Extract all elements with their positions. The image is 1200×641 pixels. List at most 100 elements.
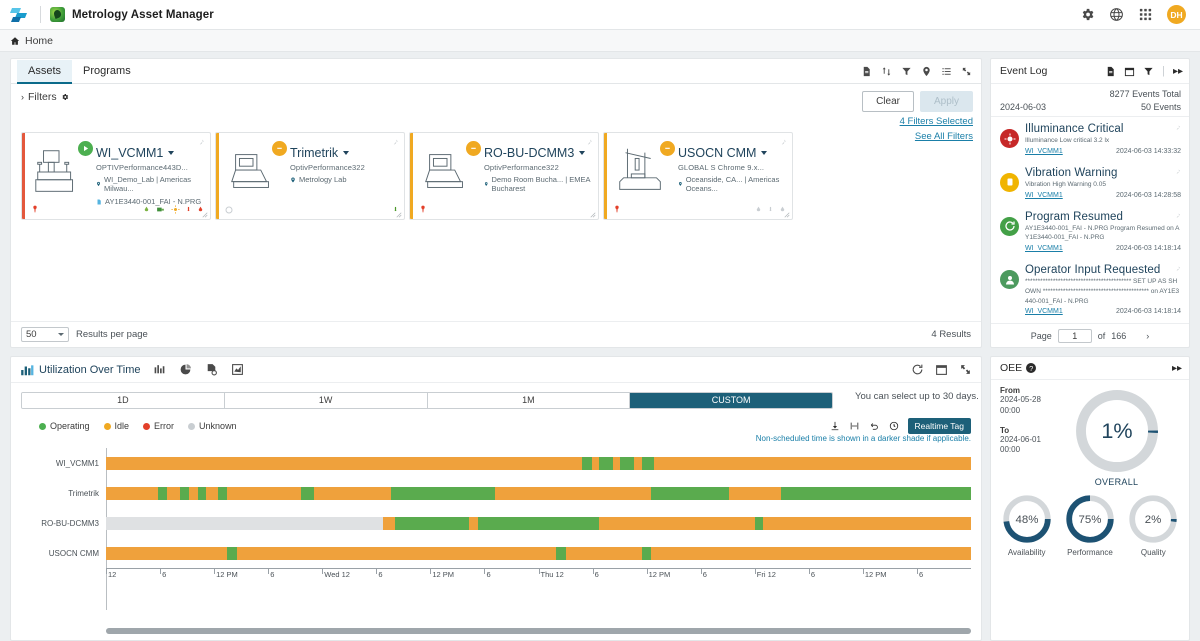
apply-button[interactable]: Apply (919, 91, 973, 112)
chevron-down-icon[interactable] (168, 151, 175, 155)
range-1d[interactable]: 1D (22, 393, 225, 408)
asset-card[interactable]: Trimetrik OptivPerformance322 Metrology … (215, 132, 405, 220)
calendar-icon[interactable] (935, 363, 948, 376)
chart-scrollbar[interactable] (106, 628, 971, 634)
axis-tick-label: 12 PM (864, 570, 887, 579)
status-strip (216, 133, 219, 219)
asset-card[interactable]: WI_VCMM1 OPTIVPerformance443D... WI_Demo… (21, 132, 211, 220)
tab-programs[interactable]: Programs (72, 60, 142, 84)
export-icon[interactable] (861, 66, 872, 77)
resize-handle[interactable] (396, 212, 402, 218)
resize-handle[interactable] (784, 212, 790, 218)
page-input[interactable]: 1 (1057, 328, 1092, 343)
next-page-button[interactable]: › (1146, 331, 1149, 341)
event-asset-link[interactable]: WI_VCMM1 (1025, 148, 1063, 155)
pin-icon[interactable] (198, 138, 205, 147)
bar-chart-icon[interactable] (153, 363, 166, 376)
expand-icon[interactable] (961, 66, 972, 77)
gear-icon[interactable] (61, 93, 69, 101)
expand-icon[interactable] (959, 363, 972, 376)
pin-icon[interactable] (1175, 265, 1181, 273)
axis-tick-label: 12 PM (216, 570, 238, 579)
status-strip (604, 133, 607, 219)
asset-location-text: Demo Room Bucha... | EMEA Bucharest (491, 175, 591, 193)
program-resumed-icon (1000, 216, 1019, 236)
gantt-track[interactable] (106, 516, 971, 530)
event-item[interactable]: Program Resumed AY1E3440-001_FAI - N.PRG… (991, 205, 1189, 259)
pin-icon[interactable] (586, 138, 593, 147)
refresh-icon[interactable] (911, 363, 924, 376)
gantt-track[interactable] (106, 486, 971, 500)
location-pin-icon (97, 181, 100, 187)
pie-chart-icon[interactable] (179, 363, 192, 376)
event-asset-link[interactable]: WI_VCMM1 (1025, 192, 1063, 199)
chevron-down-icon[interactable] (343, 151, 350, 155)
collapse-icon[interactable]: ▸▸ (1172, 363, 1182, 374)
location-icon[interactable] (921, 66, 932, 77)
help-icon[interactable]: ? (1026, 363, 1037, 373)
realtime-tag-button[interactable]: Realtime Tag (907, 418, 971, 434)
gear-icon[interactable] (1080, 7, 1095, 22)
gantt-track[interactable] (106, 546, 971, 560)
filters-selected-link[interactable]: 4 Filters Selected (862, 116, 973, 127)
oee-date-range: From 2024-05-28 00:00 To 2024-06-01 00:0… (1000, 386, 1052, 487)
pin-icon[interactable] (392, 138, 399, 147)
download-icon[interactable] (830, 421, 840, 431)
chevron-down-icon[interactable] (761, 151, 768, 155)
undo-icon[interactable] (869, 421, 880, 431)
filters-toggle[interactable]: › Filters (21, 91, 69, 103)
asset-card[interactable]: RO-BU-DCMM3 OptivPerformance322 Demo Roo… (409, 132, 599, 220)
calendar-icon[interactable] (1124, 66, 1135, 77)
pin-icon[interactable] (1175, 168, 1181, 176)
asset-card[interactable]: USOCN CMM GLOBAL S Chrome 9.x... Oceansi… (603, 132, 793, 220)
axis-tick-label: Thu 12 (540, 570, 564, 579)
event-title: Illuminance Critical (1025, 123, 1124, 135)
range-custom[interactable]: CUSTOM (630, 393, 832, 408)
filter-icon[interactable] (901, 66, 912, 77)
filter-icon[interactable] (1143, 66, 1154, 77)
tab-assets[interactable]: Assets (17, 60, 73, 84)
clock-icon[interactable] (889, 421, 899, 431)
resize-handle[interactable] (590, 212, 596, 218)
chevron-down-icon[interactable] (579, 151, 586, 155)
avatar[interactable]: DH (1167, 5, 1186, 24)
asset-location: Metrology Lab (290, 175, 365, 184)
chevron-right-icon: › (21, 92, 24, 102)
status-badge (78, 141, 93, 156)
resize-handle[interactable] (202, 212, 208, 218)
axis-tick-label: 6 (594, 570, 599, 579)
axis-tick-label: 6 (378, 570, 383, 579)
export-icon[interactable] (1105, 66, 1116, 77)
range-1m[interactable]: 1M (427, 393, 631, 408)
globe-icon[interactable] (1109, 7, 1124, 22)
event-item[interactable]: Operator Input Requested ***************… (991, 258, 1189, 321)
list-view-icon[interactable] (941, 66, 952, 77)
collapse-icon[interactable]: ▸▸ (1173, 66, 1183, 77)
status-dot-icon (225, 206, 233, 214)
fit-width-icon[interactable] (849, 421, 860, 431)
pin-icon[interactable] (780, 138, 787, 147)
pin-icon[interactable] (1175, 212, 1181, 220)
home-icon[interactable] (10, 36, 20, 46)
pin-icon[interactable] (1175, 124, 1181, 132)
program-file-icon (97, 199, 101, 204)
event-asset-link[interactable]: WI_VCMM1 (1025, 245, 1063, 252)
page-label: Page (1030, 330, 1052, 341)
of-label: of (1097, 330, 1106, 341)
clear-button[interactable]: Clear (862, 91, 914, 112)
event-description: ****************************************… (1025, 278, 1180, 305)
trend-chart-icon[interactable] (231, 363, 244, 376)
event-log-header: Event Log | ▸▸ (991, 59, 1189, 84)
breadcrumb-home[interactable]: Home (25, 35, 53, 47)
event-item[interactable]: Illuminance Critical Illuminance Low cri… (991, 117, 1189, 161)
range-note: You can select up to 30 days. (855, 390, 979, 402)
event-asset-link[interactable]: WI_VCMM1 (1025, 308, 1063, 315)
report-icon[interactable] (205, 363, 218, 376)
range-1w[interactable]: 1W (224, 393, 428, 408)
gantt-track[interactable] (106, 456, 971, 470)
event-item[interactable]: Vibration Warning Vibration High Warning… (991, 161, 1189, 205)
results-per-page-select[interactable]: 50 (21, 327, 69, 342)
apps-grid-icon[interactable] (1138, 7, 1153, 22)
sort-icon[interactable] (881, 66, 892, 77)
results-per-page-value: 50 (26, 329, 37, 340)
